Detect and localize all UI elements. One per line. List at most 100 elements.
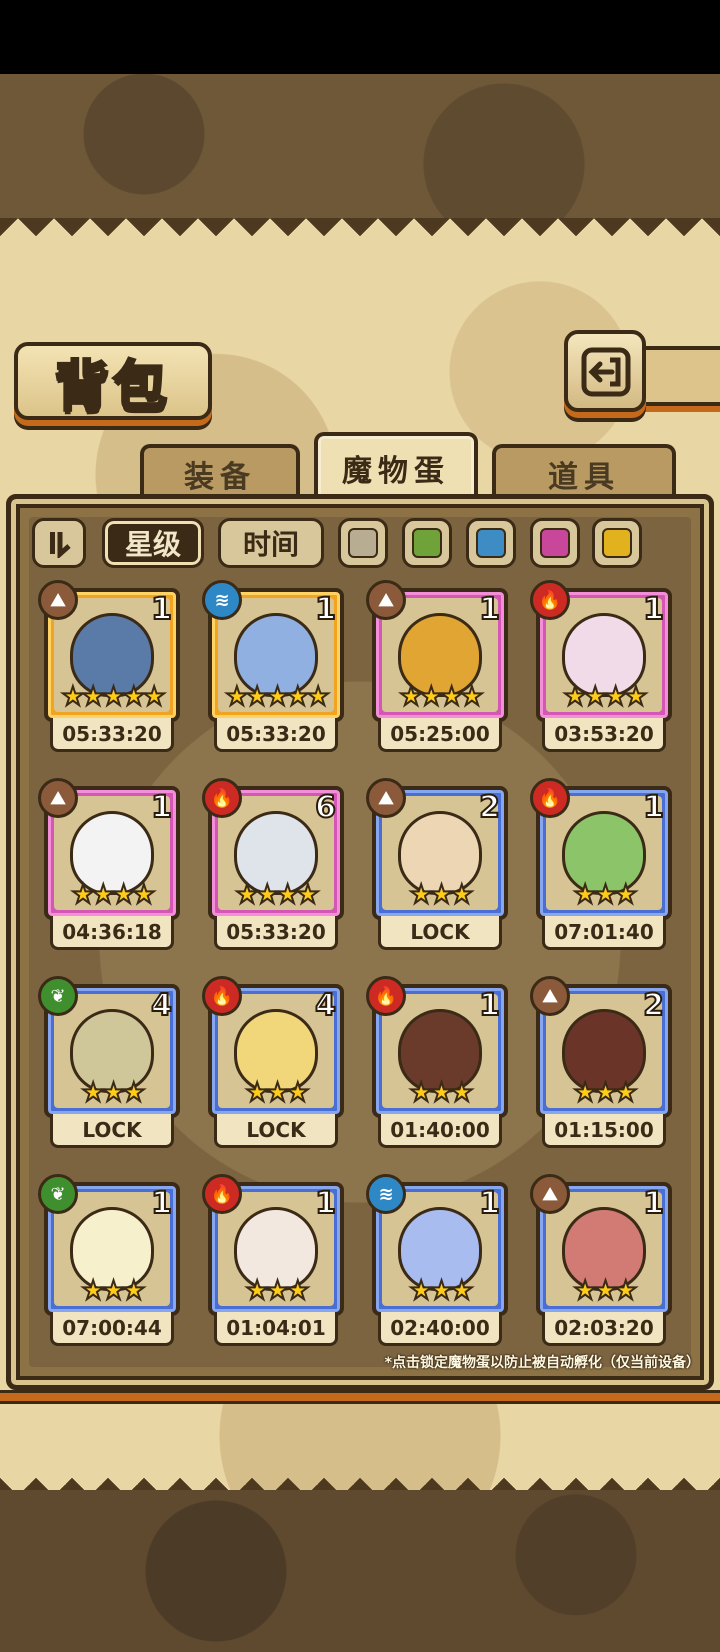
water-element-icon: ≋ [202, 580, 242, 620]
star-label: 星级 [124, 528, 181, 561]
time-label: 时间 [242, 528, 299, 561]
egg-card[interactable]: ⛰ 1 ★★★★★ 05:33:20 [38, 580, 180, 756]
star-rating: ★★★★ [234, 879, 320, 911]
egg-card[interactable]: 🔥 1 ★★★ 07:01:40 [530, 778, 672, 954]
hatch-timer: 05:33:20 [214, 916, 338, 950]
fire-element-icon: 🔥 [202, 1174, 242, 1214]
filter-color-green[interactable] [402, 518, 452, 568]
egg-count: 1 [314, 1185, 337, 1222]
egg-card[interactable]: ⛰ 1 ★★★★ 05:25:00 [366, 580, 508, 756]
hatch-timer: 05:33:20 [50, 718, 174, 752]
egg-card[interactable]: 🔥 4 ★★★ LOCK [202, 976, 344, 1152]
tab-monster-eggs[interactable]: 魔物蛋 [314, 432, 478, 500]
egg-card[interactable]: ⛰ 2 ★★★ LOCK [366, 778, 508, 954]
star-rating: ★★★ [573, 1275, 639, 1307]
egg-card[interactable]: 🔥 1 ★★★ 01:04:01 [202, 1174, 344, 1350]
star-rating: ★★★ [245, 1275, 311, 1307]
hatch-timer: 04:36:18 [50, 916, 174, 950]
hatch-timer: 07:01:40 [542, 916, 666, 950]
egg-card[interactable]: ❦ 4 ★★★ LOCK [38, 976, 180, 1152]
egg-count: 1 [150, 1185, 173, 1222]
star-rating: ★★★ [573, 879, 639, 911]
title-plate: 背包 [14, 342, 212, 420]
star-rating: ★★★★★ [60, 681, 167, 713]
egg-count: 1 [478, 591, 501, 628]
egg-count: 1 [314, 591, 337, 628]
swatch-green [412, 528, 442, 558]
water-element-icon: ≋ [366, 1174, 406, 1214]
egg-card[interactable]: ❦ 1 ★★★ 07:00:44 [38, 1174, 180, 1350]
back-button[interactable] [564, 330, 646, 412]
star-rating: ★★★★ [398, 681, 484, 713]
hatch-timer: 05:33:20 [214, 718, 338, 752]
star-rating: ★★★★★ [224, 681, 331, 713]
swatch-blue [476, 528, 506, 558]
egg-count: 2 [478, 789, 501, 826]
tab-label: 装备 [184, 460, 256, 495]
star-rating: ★★★ [409, 1077, 475, 1109]
tab-equipment[interactable]: 装备 [140, 444, 300, 500]
earth-element-icon: ⛰ [38, 580, 78, 620]
star-rating: ★★★ [409, 1275, 475, 1307]
hatch-timer: 02:03:20 [542, 1312, 666, 1346]
egg-count: 1 [478, 987, 501, 1024]
swatch-pink [540, 528, 570, 558]
status-bar-area [0, 0, 720, 74]
fire-element-icon: 🔥 [202, 976, 242, 1016]
sort-by-star-button[interactable]: 星级 [102, 518, 204, 568]
egg-count: 6 [314, 789, 337, 826]
wood-element-icon: ❦ [38, 976, 78, 1016]
hatch-timer: 01:40:00 [378, 1114, 502, 1148]
egg-count: 1 [478, 1185, 501, 1222]
filter-color-pink[interactable] [530, 518, 580, 568]
sort-order-button[interactable] [32, 518, 86, 568]
egg-count: 4 [150, 987, 173, 1024]
earth-element-icon: ⛰ [366, 580, 406, 620]
page-title: 背包 [54, 352, 171, 419]
swatch-yellow [602, 528, 632, 558]
fire-element-icon: 🔥 [366, 976, 406, 1016]
egg-card[interactable]: ⛰ 2 ★★★ 01:15:00 [530, 976, 672, 1152]
hatch-timer: 07:00:44 [50, 1312, 174, 1346]
filter-color-blue[interactable] [466, 518, 516, 568]
fire-element-icon: 🔥 [202, 778, 242, 818]
egg-card[interactable]: ⛰ 1 ★★★★ 04:36:18 [38, 778, 180, 954]
filter-color-yellow[interactable] [592, 518, 642, 568]
hatch-timer: 01:15:00 [542, 1114, 666, 1148]
egg-count: 2 [642, 987, 665, 1024]
sort-by-time-button[interactable]: 时间 [218, 518, 324, 568]
map-background-bottom [0, 1490, 720, 1652]
back-arrow-icon [581, 347, 631, 397]
egg-card[interactable]: 🔥 6 ★★★★ 05:33:20 [202, 778, 344, 954]
egg-card[interactable]: 🔥 1 ★★★ 01:40:00 [366, 976, 508, 1152]
star-rating: ★★★ [81, 1275, 147, 1307]
star-rating: ★★★ [245, 1077, 311, 1109]
egg-count: 1 [150, 591, 173, 628]
egg-count: 1 [642, 591, 665, 628]
fire-element-icon: 🔥 [530, 580, 570, 620]
hatch-timer: 02:40:00 [378, 1312, 502, 1346]
filter-color-gray[interactable] [338, 518, 388, 568]
hatch-timer: LOCK [378, 916, 502, 950]
tab-label: 道具 [548, 460, 620, 495]
egg-card[interactable]: ≋ 1 ★★★★★ 05:33:20 [202, 580, 344, 756]
egg-count: 1 [642, 789, 665, 826]
hatch-timer: 05:25:00 [378, 718, 502, 752]
egg-card[interactable]: 🔥 1 ★★★★ 03:53:20 [530, 580, 672, 756]
tab-label: 魔物蛋 [342, 454, 450, 489]
fire-element-icon: 🔥 [530, 778, 570, 818]
star-rating: ★★★ [409, 879, 475, 911]
egg-card[interactable]: ⛰ 1 ★★★ 02:03:20 [530, 1174, 672, 1350]
egg-count: 1 [642, 1185, 665, 1222]
panel-bottom-trim [0, 1390, 720, 1404]
swatch-gray [348, 528, 378, 558]
tab-items[interactable]: 道具 [492, 444, 676, 500]
hatch-timer: 03:53:20 [542, 718, 666, 752]
earth-element-icon: ⛰ [530, 1174, 570, 1214]
egg-card[interactable]: ≋ 1 ★★★ 02:40:00 [366, 1174, 508, 1350]
hatch-timer: LOCK [50, 1114, 174, 1148]
earth-element-icon: ⛰ [366, 778, 406, 818]
hatch-timer: LOCK [214, 1114, 338, 1148]
tab-bar: 装备 魔物蛋 道具 [14, 432, 706, 500]
map-background-top [0, 74, 720, 224]
